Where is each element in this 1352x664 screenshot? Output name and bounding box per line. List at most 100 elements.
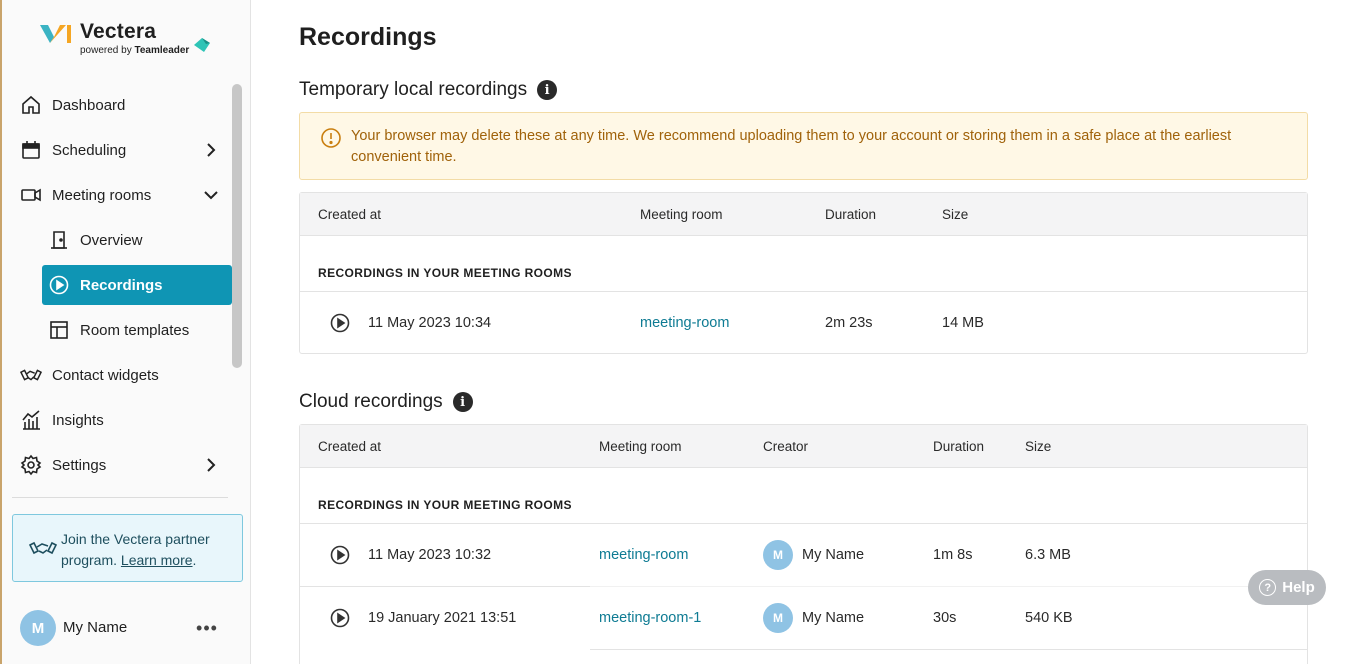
row-divider	[300, 523, 1307, 524]
sidebar-item-label: Settings	[52, 456, 107, 474]
chart-icon	[20, 409, 42, 431]
group-label: RECORDINGS IN YOUR MEETING ROOMS	[318, 266, 572, 280]
more-options-icon[interactable]: •••	[194, 618, 220, 638]
local-recordings-heading: Temporary local recordings i	[299, 79, 558, 101]
sidebar-divider	[12, 497, 228, 498]
gear-icon	[20, 454, 42, 476]
play-circle-icon	[48, 274, 70, 296]
partner-text: Join the Vectera partner program. Learn …	[61, 531, 210, 568]
duration: 1m 8s	[933, 547, 973, 563]
chevron-down-icon[interactable]	[202, 186, 220, 204]
brand-sub-name: Teamleader	[134, 45, 190, 56]
help-icon: ?	[1259, 579, 1277, 596]
local-recordings-table: Created at Meeting room Duration Size RE…	[299, 192, 1308, 354]
partner-program-banner: Join the Vectera partner program. Learn …	[12, 514, 243, 582]
cloud-recordings-title: Cloud recordings	[299, 391, 443, 412]
column-header[interactable]: Duration	[933, 439, 984, 454]
column-header[interactable]: Size	[1025, 439, 1051, 454]
info-icon[interactable]: i	[537, 80, 558, 100]
play-icon[interactable]	[330, 608, 350, 628]
sidebar-item-label: Overview	[80, 231, 143, 249]
size: 540 KB	[1025, 610, 1073, 626]
page-title: Recordings	[299, 23, 437, 51]
local-recordings-title: Temporary local recordings	[299, 79, 528, 100]
warning-text: Your browser may delete these at any tim…	[351, 128, 1232, 165]
duration: 2m 23s	[825, 315, 873, 331]
help-button[interactable]: ? Help	[1248, 570, 1326, 605]
sidebar-item-label: Scheduling	[52, 141, 127, 159]
layout-template-icon	[48, 319, 70, 341]
row-divider	[300, 291, 1307, 292]
group-label: RECORDINGS IN YOUR MEETING ROOMS	[318, 498, 572, 512]
sidebar-item-meeting-rooms[interactable]: Meeting rooms	[14, 175, 232, 215]
column-header[interactable]: Created at	[318, 207, 381, 222]
brand-subline: powered by Teamleader	[80, 45, 189, 56]
brand-name: Vectera	[80, 20, 157, 43]
row-divider	[590, 586, 1307, 587]
teamleader-icon	[194, 38, 210, 52]
column-header[interactable]: Meeting room	[640, 207, 723, 222]
creator-name: My Name	[802, 610, 865, 626]
sidebar-item-label: Contact widgets	[52, 366, 159, 384]
cloud-recordings-heading: Cloud recordings i	[299, 391, 473, 413]
created-at: 11 May 2023 10:32	[368, 547, 492, 563]
row-divider	[590, 649, 1307, 650]
help-label: Help	[1282, 579, 1315, 596]
cloud-recordings-table: Created at Meeting room Creator Duration…	[299, 424, 1308, 664]
sidebar-item-scheduling[interactable]: Scheduling	[14, 130, 232, 170]
column-header[interactable]: Meeting room	[599, 439, 682, 454]
sidebar-scrollbar[interactable]	[232, 84, 242, 368]
column-header[interactable]: Created at	[318, 439, 381, 454]
home-icon	[20, 94, 42, 116]
table-header: Created at Meeting room Creator Duration…	[300, 425, 1307, 468]
user-menu[interactable]: M My Name •••	[20, 610, 240, 646]
handshake-icon	[20, 364, 42, 386]
table-header: Created at Meeting room Duration Size	[300, 193, 1307, 236]
created-at: 11 May 2023 10:34	[368, 315, 492, 331]
sidebar-item-recordings[interactable]: Recordings	[42, 265, 232, 305]
avatar: M	[763, 540, 793, 570]
warning-icon	[321, 128, 341, 148]
sidebar-item-label: Meeting rooms	[52, 186, 152, 204]
duration: 30s	[933, 610, 957, 626]
column-header[interactable]: Duration	[825, 207, 876, 222]
local-recordings-warning: Your browser may delete these at any tim…	[299, 112, 1308, 180]
created-at: 19 January 2021 13:51	[368, 610, 517, 626]
avatar[interactable]: M	[20, 610, 56, 646]
avatar: M	[763, 603, 793, 633]
sidebar-item-label: Recordings	[80, 276, 163, 294]
sidebar-item-label: Dashboard	[52, 96, 126, 114]
chevron-right-icon[interactable]	[202, 141, 220, 159]
brand-sub-prefix: powered by	[80, 45, 132, 56]
creator-name: My Name	[802, 547, 865, 563]
vectera-logo[interactable]: Vectera powered by Teamleader	[40, 18, 220, 62]
sidebar-item-settings[interactable]: Settings	[14, 445, 232, 485]
column-header[interactable]: Creator	[763, 439, 808, 454]
sidebar-item-room-templates[interactable]: Room templates	[42, 310, 232, 350]
sidebar-item-label: Insights	[52, 411, 104, 429]
size: 14 MB	[942, 315, 984, 331]
video-camera-icon	[20, 184, 42, 206]
calendar-icon	[20, 139, 42, 161]
info-icon[interactable]: i	[452, 392, 473, 412]
play-icon[interactable]	[330, 313, 350, 333]
play-icon[interactable]	[330, 545, 350, 565]
meeting-room-link[interactable]: meeting-room-1	[599, 610, 701, 626]
user-name: My Name	[63, 619, 128, 636]
handshake-icon	[29, 541, 57, 555]
meeting-room-link[interactable]: meeting-room	[640, 315, 729, 331]
sidebar-item-overview[interactable]: Overview	[42, 220, 232, 260]
sidebar-item-label: Room templates	[80, 321, 190, 339]
learn-more-link[interactable]: Learn more	[121, 552, 193, 568]
sidebar: Vectera powered by Teamleader Dashboard …	[2, 0, 251, 664]
door-icon	[48, 229, 70, 251]
column-header[interactable]: Size	[942, 207, 968, 222]
meeting-room-link[interactable]: meeting-room	[599, 547, 688, 563]
vectera-logo-icon	[40, 25, 71, 43]
sidebar-item-insights[interactable]: Insights	[14, 400, 232, 440]
sidebar-item-dashboard[interactable]: Dashboard	[14, 85, 232, 125]
chevron-right-icon[interactable]	[202, 456, 220, 474]
row-divider	[300, 586, 590, 587]
size: 6.3 MB	[1025, 547, 1071, 563]
sidebar-item-contact-widgets[interactable]: Contact widgets	[14, 355, 232, 395]
